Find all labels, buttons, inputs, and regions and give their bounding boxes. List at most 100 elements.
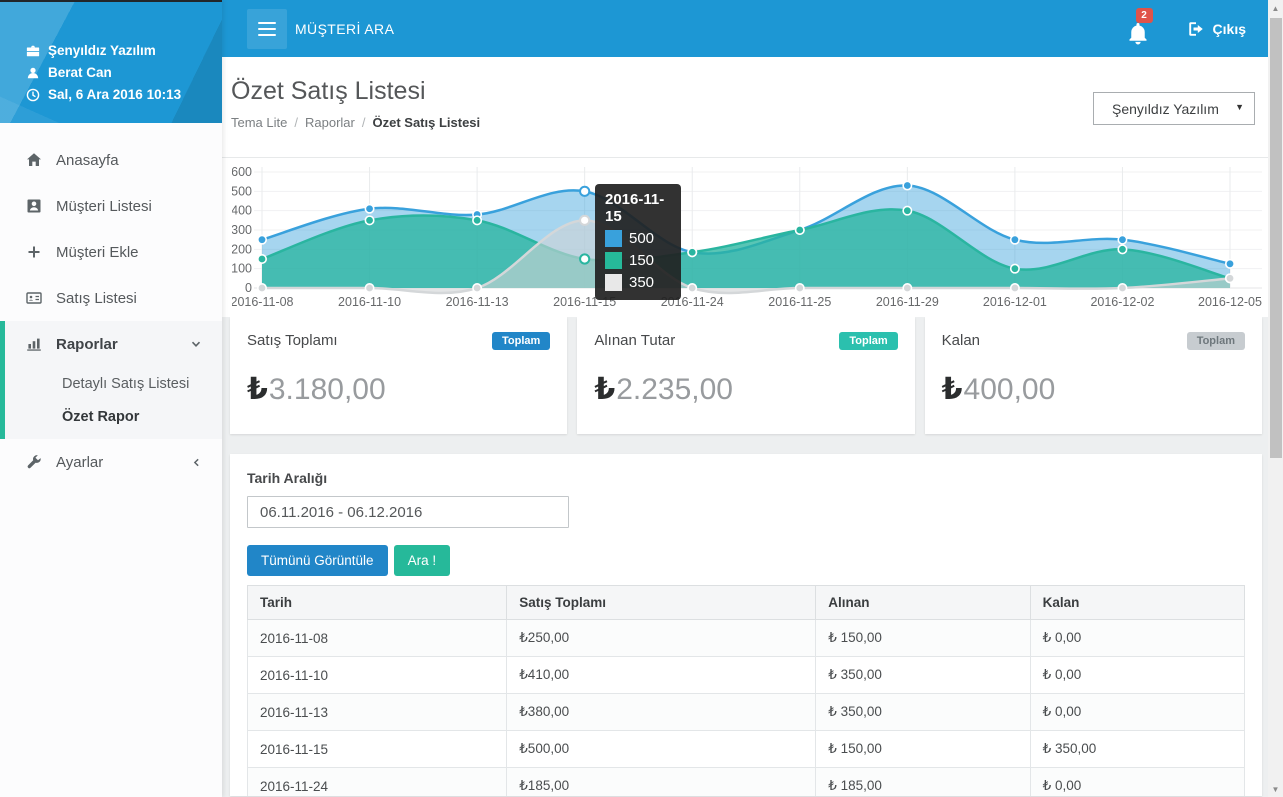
card-satis-toplami: Satış Toplamı Toplam ₺3.180,00 xyxy=(230,317,567,434)
view-all-button[interactable]: Tümünü Görüntüle xyxy=(247,545,388,576)
customer-search-link[interactable]: MÜŞTERİ ARA xyxy=(295,0,394,57)
svg-text:100: 100 xyxy=(232,262,252,276)
sidebar-item-anasayfa[interactable]: Anasayfa xyxy=(0,137,222,183)
card-title: Alınan Tutar xyxy=(594,332,675,349)
logout-icon xyxy=(1187,20,1205,38)
cell-received: ₺ 185,00 xyxy=(816,768,1030,797)
summary-cards: Satış Toplamı Toplam ₺3.180,00 Alınan Tu… xyxy=(222,317,1268,434)
sidebar-item-musteri-ekle[interactable]: Müşteri Ekle xyxy=(0,229,222,275)
svg-text:2016-12-02: 2016-12-02 xyxy=(1090,295,1154,309)
breadcrumb-raporlar[interactable]: Raporlar xyxy=(305,115,355,130)
svg-text:400: 400 xyxy=(232,204,252,218)
user-row: Berat Can xyxy=(26,62,222,84)
breadcrumb-separator: / xyxy=(294,115,298,130)
chart-tooltip: 2016-11-15 500 150 350 xyxy=(595,184,681,300)
series-swatch-teal xyxy=(605,252,622,269)
sidebar-item-label: Satış Listesi xyxy=(56,290,137,307)
table-row: 2016-11-13 ₺380,00 ₺ 350,00 ₺ 0,00 xyxy=(248,694,1245,731)
sidebar-menu: Anasayfa Müşteri Listesi Müşteri Ekle Sa… xyxy=(0,123,222,485)
cell-date: 2016-11-15 xyxy=(248,731,507,768)
amount: 400,00 xyxy=(964,373,1056,406)
sidebar-item-ayarlar[interactable]: Ayarlar xyxy=(0,439,222,485)
sidebar-item-musteri-listesi[interactable]: Müşteri Listesi xyxy=(0,183,222,229)
sidebar-toggle-button[interactable] xyxy=(247,9,287,49)
chevron-left-icon xyxy=(191,457,202,468)
company-select[interactable]: Şenyıldız Yazılım xyxy=(1093,92,1255,125)
card-title: Satış Toplamı xyxy=(247,332,338,349)
date-range-label: Tarih Aralığı xyxy=(247,470,1245,486)
table-row: 2016-11-15 ₺500,00 ₺ 150,00 ₺ 350,00 xyxy=(248,731,1245,768)
bar-chart-icon xyxy=(26,336,42,352)
scrollbar-thumb[interactable] xyxy=(1270,18,1282,458)
sidebar-item-label: Anasayfa xyxy=(56,152,119,169)
plus-icon xyxy=(26,244,42,260)
title-row: Özet Satış Listesi Tema Lite / Raporlar … xyxy=(222,57,1268,158)
col-tarih: Tarih xyxy=(248,586,507,620)
cell-remaining: ₺ 0,00 xyxy=(1030,694,1244,731)
card-value: ₺3.180,00 xyxy=(247,372,550,407)
wrench-icon xyxy=(26,454,42,470)
card-title: Kalan xyxy=(942,332,980,349)
scroll-up-arrow[interactable]: ▲ xyxy=(1268,0,1283,16)
card-value: ₺400,00 xyxy=(942,372,1245,407)
summary-sales-table: Tarih Satış Toplamı Alınan Kalan 2016-11… xyxy=(247,585,1245,796)
notification-count-badge: 2 xyxy=(1136,8,1153,23)
raporlar-section: Raporlar Detaylı Satış Listesi Özet Rapo… xyxy=(0,321,222,439)
cell-total: ₺250,00 xyxy=(507,620,816,657)
sidebar-item-detayli-satis-listesi[interactable]: Detaylı Satış Listesi xyxy=(5,367,222,400)
table-row: 2016-11-08 ₺250,00 ₺ 150,00 ₺ 0,00 xyxy=(248,620,1245,657)
svg-text:2016-11-08: 2016-11-08 xyxy=(232,295,294,309)
tooltip-date: 2016-11-15 xyxy=(605,191,671,225)
cell-total: ₺410,00 xyxy=(507,657,816,694)
breadcrumb-current: Özet Satış Listesi xyxy=(372,115,480,130)
tooltip-value: 350 xyxy=(629,274,654,291)
bell-icon xyxy=(1127,22,1149,46)
address-card-icon xyxy=(26,290,42,306)
date-range-input[interactable] xyxy=(247,496,569,528)
table-row: 2016-11-10 ₺410,00 ₺ 350,00 ₺ 0,00 xyxy=(248,657,1245,694)
sales-area-chart[interactable]: 01002003004005006002016-11-082016-11-102… xyxy=(222,158,1268,317)
sidebar-item-raporlar[interactable]: Raporlar xyxy=(5,321,222,367)
chart-canvas: 01002003004005006002016-11-082016-11-102… xyxy=(232,165,1262,315)
report-panel: Tarih Aralığı Tümünü Görüntüle Ara ! Tar… xyxy=(230,454,1262,796)
col-kalan: Kalan xyxy=(1030,586,1244,620)
clock-icon xyxy=(26,88,40,102)
svg-text:2016-11-29: 2016-11-29 xyxy=(876,295,939,309)
currency-symbol: ₺ xyxy=(247,373,268,406)
total-badge: Toplam xyxy=(492,332,550,350)
submenu-label: Detaylı Satış Listesi xyxy=(62,376,189,392)
breadcrumb-home[interactable]: Tema Lite xyxy=(231,115,287,130)
notifications-button[interactable]: 2 xyxy=(1127,12,1153,46)
scroll-down-arrow[interactable]: ▼ xyxy=(1268,781,1283,797)
currency-symbol: ₺ xyxy=(594,373,615,406)
col-alinan: Alınan xyxy=(816,586,1030,620)
card-kalan: Kalan Toplam ₺400,00 xyxy=(925,317,1262,434)
user-name: Berat Can xyxy=(48,62,112,84)
briefcase-icon xyxy=(26,44,40,58)
sidebar-item-satis-listesi[interactable]: Satış Listesi xyxy=(0,275,222,321)
logout-label: Çıkış xyxy=(1213,21,1246,37)
submenu-label: Özet Rapor xyxy=(62,409,139,425)
logout-button[interactable]: Çıkış xyxy=(1187,20,1246,38)
id-card-icon xyxy=(26,198,42,214)
search-button[interactable]: Ara ! xyxy=(394,545,451,576)
svg-text:300: 300 xyxy=(232,223,252,237)
cell-remaining: ₺ 350,00 xyxy=(1030,731,1244,768)
topbar: MÜŞTERİ ARA 2 Çıkış xyxy=(222,0,1268,57)
svg-text:2016-12-01: 2016-12-01 xyxy=(983,295,1047,309)
amount: 2.235,00 xyxy=(616,373,733,406)
tooltip-row: 150 xyxy=(605,252,671,269)
cell-remaining: ₺ 0,00 xyxy=(1030,620,1244,657)
amount: 3.180,00 xyxy=(269,373,386,406)
company-select-wrap: Şenyıldız Yazılım ▼ xyxy=(1093,92,1255,125)
svg-text:500: 500 xyxy=(232,184,252,198)
svg-text:200: 200 xyxy=(232,242,252,256)
total-badge: Toplam xyxy=(1187,332,1245,350)
tooltip-row: 350 xyxy=(605,274,671,291)
sidebar-item-ozet-rapor[interactable]: Özet Rapor xyxy=(5,400,222,433)
svg-text:2016-11-13: 2016-11-13 xyxy=(446,295,509,309)
svg-text:0: 0 xyxy=(245,281,252,295)
table-row: 2016-11-24 ₺185,00 ₺ 185,00 ₺ 0,00 xyxy=(248,768,1245,797)
home-icon xyxy=(26,152,42,168)
page-scrollbar[interactable]: ▲ ▼ xyxy=(1268,0,1283,797)
